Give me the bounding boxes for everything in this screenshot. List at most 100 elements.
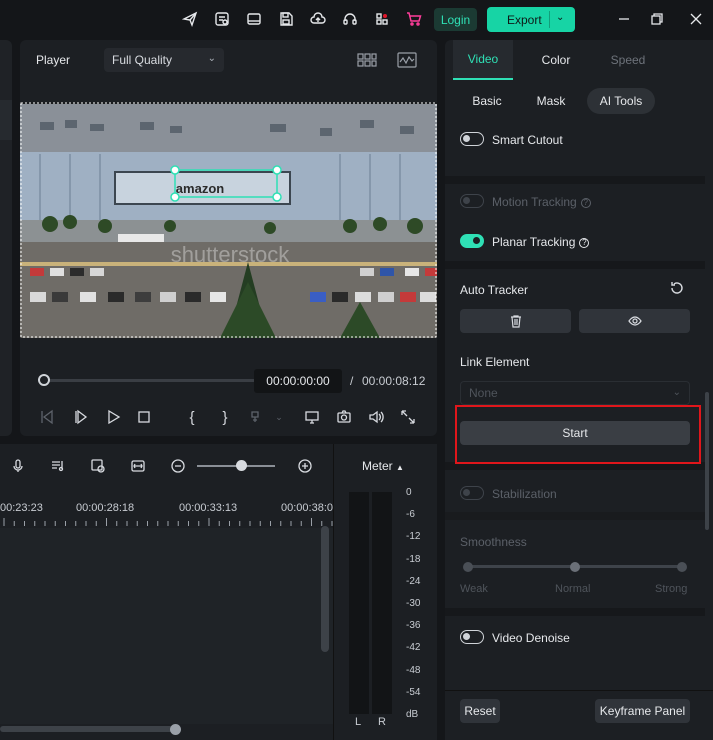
- keyframe-panel-button[interactable]: Keyframe Panel: [595, 699, 690, 723]
- link-element-select[interactable]: None ⌄: [460, 381, 690, 405]
- cart-icon[interactable]: [404, 9, 424, 29]
- zoom-in-icon[interactable]: [295, 456, 315, 476]
- player-panel: Player Full Quality ⌄ amazon shutterstoc…: [20, 40, 437, 436]
- tab-speed[interactable]: Speed: [597, 40, 659, 80]
- timeline-toolbar: [0, 444, 333, 488]
- chevron-down-icon: ⌄: [207, 53, 216, 64]
- mark-out-icon[interactable]: }: [214, 406, 236, 428]
- start-tracking-button[interactable]: Start: [460, 421, 690, 445]
- task-list-icon[interactable]: [212, 9, 232, 29]
- timeline-scroll-handle[interactable]: [170, 724, 181, 735]
- meter-bar-right: [372, 492, 392, 714]
- stabilization-label: Stabilization: [492, 487, 557, 501]
- section-divider: [445, 261, 705, 269]
- trash-icon: [510, 315, 521, 328]
- property-tabs: Video Color Speed: [445, 40, 713, 80]
- zoom-out-icon[interactable]: [168, 456, 188, 476]
- tab-color[interactable]: Color: [525, 40, 587, 80]
- video-denoise-label: Video Denoise: [492, 631, 570, 645]
- reset-button[interactable]: Reset: [460, 699, 500, 723]
- subtab-basic[interactable]: Basic: [465, 88, 509, 114]
- layout-icon[interactable]: [244, 9, 264, 29]
- audio-meter-panel: Meter ▲ 0 -6 -12 -18 -24 -30 -36 -42 -48 -54 dB L …: [333, 444, 437, 740]
- delete-tracker-button[interactable]: [460, 309, 571, 333]
- play-icon[interactable]: [102, 406, 124, 428]
- ruler-ticks: [3, 518, 333, 526]
- next-frame-icon[interactable]: [70, 406, 92, 428]
- volume-icon[interactable]: [365, 406, 387, 428]
- audio-list-icon[interactable]: [48, 456, 68, 476]
- headset-icon[interactable]: [340, 9, 360, 29]
- link-element-value: None: [469, 386, 498, 400]
- fullscreen-icon[interactable]: [397, 406, 419, 428]
- microphone-icon[interactable]: [8, 456, 28, 476]
- motion-tracking-toggle[interactable]: [460, 194, 484, 208]
- scrub-track[interactable]: [40, 379, 255, 382]
- playhead-knob[interactable]: [38, 374, 50, 386]
- smoothness-weak-label: Weak: [460, 583, 488, 595]
- previous-frame-icon[interactable]: [36, 406, 58, 428]
- player-label: Player: [36, 53, 71, 67]
- insert-clip-icon[interactable]: [246, 406, 268, 428]
- fit-timeline-icon[interactable]: [128, 456, 148, 476]
- snapshot-icon[interactable]: [333, 406, 355, 428]
- reset-tracker-icon[interactable]: [669, 280, 687, 298]
- meter-scale-label: -18: [406, 553, 421, 565]
- ruler-label: 00:00:38:0: [281, 502, 333, 514]
- properties-panel: Video Color Speed Basic Mask AI Tools Sm…: [445, 40, 713, 740]
- meter-title[interactable]: Meter ▲: [362, 459, 404, 473]
- video-preview-icon[interactable]: [88, 456, 108, 476]
- timeline-ruler[interactable]: 00:23:23 00:00:28:18 00:00:33:13 00:00:3…: [0, 498, 333, 528]
- stabilization-toggle[interactable]: [460, 486, 484, 500]
- ruler-label: 00:23:23: [0, 502, 43, 514]
- smoothness-stop-weak[interactable]: [463, 562, 473, 572]
- login-button[interactable]: Login: [434, 8, 477, 31]
- grid-view-icon[interactable]: [356, 50, 378, 70]
- meter-scale-label: 0: [406, 487, 412, 498]
- chevron-down-icon[interactable]: ⌄: [556, 12, 564, 23]
- quality-select[interactable]: Full Quality ⌄: [104, 48, 224, 72]
- timeline-vertical-scrollbar[interactable]: [321, 526, 329, 652]
- help-icon: ?: [579, 238, 590, 248]
- timeline-horizontal-scrollbar[interactable]: [0, 726, 180, 732]
- stop-icon[interactable]: [133, 406, 155, 428]
- smoothness-stop-strong[interactable]: [677, 562, 687, 572]
- planar-tracking-label: Planar Tracking?: [492, 235, 590, 249]
- section-divider: [445, 608, 705, 616]
- display-settings-icon[interactable]: [301, 406, 323, 428]
- properties-scrollbar[interactable]: [705, 392, 709, 530]
- close-icon[interactable]: [686, 9, 706, 29]
- save-icon[interactable]: [276, 9, 296, 29]
- current-timecode[interactable]: 00:00:00:00: [254, 369, 342, 393]
- motion-tracking-label: Motion Tracking?: [492, 195, 591, 209]
- smoothness-strong-label: Strong: [655, 583, 688, 595]
- mark-in-icon[interactable]: {: [181, 406, 203, 428]
- preview-tracker-button[interactable]: [579, 309, 690, 333]
- meter-scale-label: -42: [406, 642, 421, 654]
- smoothness-label: Smoothness: [460, 535, 527, 549]
- planar-tracking-toggle[interactable]: [460, 234, 484, 248]
- zoom-slider-knob[interactable]: [236, 460, 247, 471]
- section-divider: [445, 512, 705, 520]
- subtab-ai-tools[interactable]: AI Tools: [587, 88, 655, 114]
- minimize-icon[interactable]: [614, 9, 634, 29]
- smoothness-slider-knob[interactable]: [570, 562, 580, 572]
- video-subtabs: Basic Mask AI Tools: [445, 80, 713, 122]
- send-icon[interactable]: [180, 9, 200, 29]
- restore-icon[interactable]: [647, 9, 667, 29]
- timeline-track-area[interactable]: [0, 528, 333, 724]
- ruler-label: 00:00:33:13: [179, 502, 238, 514]
- subtab-mask[interactable]: Mask: [529, 88, 573, 114]
- video-denoise-toggle[interactable]: [460, 630, 484, 644]
- apps-grid-icon[interactable]: [372, 9, 392, 29]
- waveform-icon[interactable]: [396, 50, 418, 70]
- chevron-down-icon[interactable]: ⌄: [268, 406, 290, 428]
- export-button[interactable]: Export ⌄: [487, 7, 575, 32]
- cloud-upload-icon[interactable]: [308, 9, 328, 29]
- meter-scale-label: -36: [406, 620, 421, 632]
- total-timecode: 00:00:08:12: [362, 374, 426, 388]
- smart-cutout-toggle[interactable]: [460, 132, 484, 146]
- tab-video[interactable]: Video: [453, 40, 513, 80]
- media-panel-item: [0, 100, 12, 140]
- video-preview[interactable]: amazon shutterstock: [20, 102, 437, 338]
